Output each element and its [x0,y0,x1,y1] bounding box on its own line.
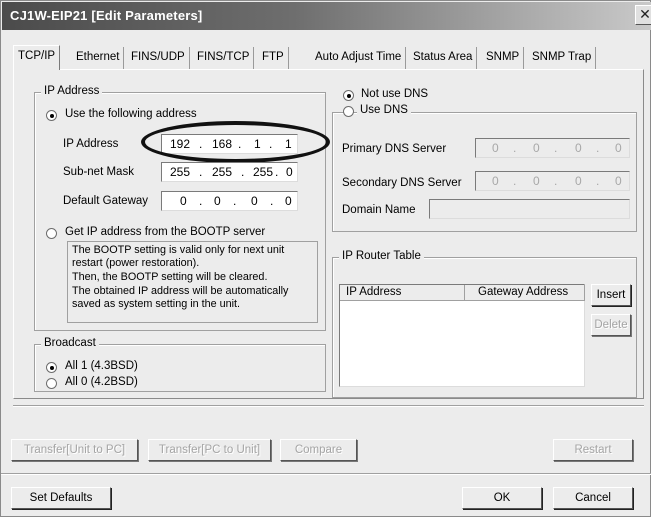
use-dns-radio[interactable] [343,106,354,117]
not-use-dns-radio[interactable] [343,90,354,101]
default-gateway-label: Default Gateway [63,195,149,207]
broadcast-all0-radio[interactable] [46,378,57,389]
tab-fins-udp[interactable]: FINS/UDP [127,47,190,69]
tab-ftp[interactable]: FTP [258,47,289,69]
transfer-pc-to-unit-button[interactable]: Transfer[PC to Unit] [148,439,271,461]
bootp-note-line-1: The BOOTP setting is valid only for next… [72,244,285,256]
column-ip-address[interactable]: IP Address [340,285,465,301]
tab-snmp-trap[interactable]: SNMP Trap [528,47,597,69]
window-title: CJ1W-EIP21 [Edit Parameters] [10,8,203,23]
subnet-mask-input[interactable]: 255 . 255 . 255 . 0 [161,162,298,182]
bootp-note-line-3: Then, the BOOTP setting will be cleared. [72,271,268,283]
broadcast-all1-label: All 1 (4.3BSD) [65,360,138,372]
use-following-address-radio[interactable] [46,110,57,121]
ip-router-table-list[interactable]: IP Address Gateway Address [339,284,585,387]
gateway-octet-2: 0 [214,194,221,208]
broadcast-all0-label: All 0 (4.2BSD) [65,376,138,388]
gateway-octet-3: 0 [251,194,258,208]
domain-name-input[interactable] [429,199,630,219]
edit-parameters-window: CJ1W-EIP21 [Edit Parameters] ✕ TCP/IP Et… [0,0,651,517]
close-button[interactable]: ✕ [635,5,651,25]
separator-top [13,405,644,407]
tab-ethernet[interactable]: Ethernet [72,47,125,69]
domain-name-label: Domain Name [342,204,416,216]
primary-dns-label: Primary DNS Server [342,143,447,155]
separator-bottom [1,473,651,475]
cancel-button[interactable]: Cancel [553,487,633,509]
secondary-dns-octet-1: 0 [492,174,499,188]
ip-router-table-title: IP Router Table [339,250,424,262]
close-icon: ✕ [639,6,651,22]
secondary-dns-octet-4: 0 [615,174,622,188]
bootp-note-line-5: saved as system setting in the unit. [72,298,241,310]
secondary-dns-label: Secondary DNS Server [342,177,462,189]
subnet-mask-label: Sub-net Mask [63,166,134,178]
primary-dns-octet-2: 0 [533,141,540,155]
subnet-octet-4: 0 [286,165,293,179]
tab-snmp[interactable]: SNMP [482,47,525,69]
tab-auto-adjust-time[interactable]: Auto Adjust Time [311,47,407,69]
restart-button[interactable]: Restart [553,439,633,461]
tab-status-area[interactable]: Status Area [409,47,478,69]
subnet-octet-3: 255 [253,165,274,179]
not-use-dns-label: Not use DNS [361,88,429,100]
primary-dns-octet-4: 0 [615,141,622,155]
use-following-address-label: Use the following address [65,108,197,120]
title-bar: CJ1W-EIP21 [Edit Parameters] [2,2,651,30]
gateway-octet-1: 0 [180,194,187,208]
ip-address-label: IP Address [63,138,119,150]
secondary-dns-octet-2: 0 [533,174,540,188]
use-dns-label: Use DNS [357,104,411,116]
subnet-octet-2: 255 [212,165,233,179]
primary-dns-octet-1: 0 [492,141,499,155]
ip-address-group-title: IP Address [41,85,103,97]
bootp-note-line-4: The obtained IP address will be automati… [72,285,289,297]
transfer-unit-to-pc-button[interactable]: Transfer[Unit to PC] [11,439,138,461]
tab-fins-tcp[interactable]: FINS/TCP [193,47,255,69]
secondary-dns-octet-3: 0 [575,174,582,188]
delete-button[interactable]: Delete [591,314,631,336]
ok-button[interactable]: OK [462,487,542,509]
subnet-octet-1: 255 [170,165,191,179]
compare-button[interactable]: Compare [280,439,357,461]
default-gateway-input[interactable]: 0 . 0 . 0 . 0 [161,191,298,211]
broadcast-all1-radio[interactable] [46,362,57,373]
tab-tcp-ip[interactable]: TCP/IP [13,45,61,70]
gateway-octet-4: 0 [285,194,292,208]
bootp-label: Get IP address from the BOOTP server [65,226,266,238]
column-gateway-address[interactable]: Gateway Address [465,285,585,301]
set-defaults-button[interactable]: Set Defaults [11,487,111,509]
bootp-radio[interactable] [46,228,57,239]
broadcast-group-title: Broadcast [41,337,99,349]
primary-dns-octet-3: 0 [575,141,582,155]
secondary-dns-input[interactable]: 0 . 0 . 0 . 0 [475,171,630,191]
bootp-note-line-2: restart (power restoration). [72,257,200,269]
highlight-ellipse [141,121,330,163]
primary-dns-input[interactable]: 0 . 0 . 0 . 0 [475,138,630,158]
insert-button[interactable]: Insert [591,284,631,306]
